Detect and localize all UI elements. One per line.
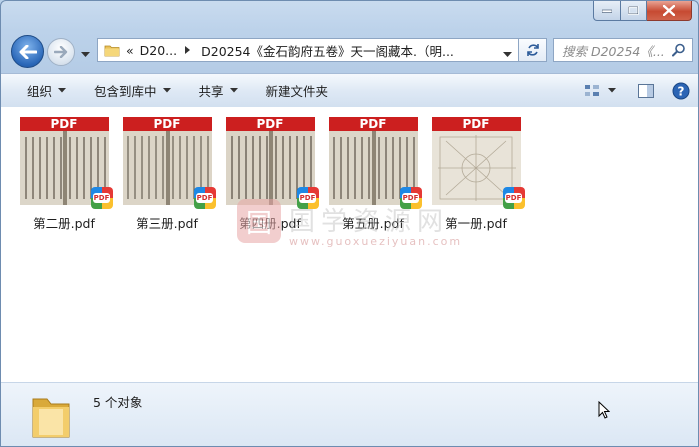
svg-text:?: ? <box>678 84 685 98</box>
new-folder-button[interactable]: 新建文件夹 <box>252 74 343 107</box>
view-controls: ? <box>584 74 690 107</box>
pdf-badge-icon: PDF <box>502 187 525 209</box>
preview-pane-icon <box>638 83 654 98</box>
pdf-header-label: PDF <box>19 117 109 131</box>
file-item[interactable]: PDF PDF 第二册.pdf <box>14 117 114 232</box>
command-bar: 组织 包含到库中 共享 新建文件夹 ? <box>1 73 698 108</box>
organize-label: 组织 <box>27 84 53 99</box>
refresh-icon <box>526 44 539 56</box>
pdf-header-label: PDF <box>328 117 418 131</box>
pdf-thumbnail: PDF PDF <box>19 117 113 209</box>
preview-pane-button[interactable] <box>638 83 654 98</box>
chevron-down-icon <box>229 88 238 93</box>
back-arrow-icon <box>19 44 37 59</box>
folder-large-icon <box>29 391 73 444</box>
file-name: 第三册.pdf <box>136 216 198 231</box>
chevron-down-icon <box>58 88 67 93</box>
pdf-badge-icon: PDF <box>193 187 216 209</box>
minimize-icon <box>602 9 612 13</box>
pdf-header-label: PDF <box>122 117 212 131</box>
organize-menu[interactable]: 组织 <box>1 74 80 107</box>
chevron-down-icon <box>503 52 512 57</box>
refresh-button[interactable] <box>519 38 547 62</box>
search-icon[interactable] <box>672 43 686 57</box>
new-folder-label: 新建文件夹 <box>265 84 329 99</box>
breadcrumb-separator-icon[interactable] <box>185 46 191 54</box>
close-icon <box>663 5 675 16</box>
pdf-thumbnail: PDF PDF <box>328 117 422 209</box>
file-list[interactable]: PDF PDF 第二册.pdf PDF PDF 第三册.pdf PDF PDF … <box>1 107 698 382</box>
forward-button[interactable] <box>47 38 75 66</box>
mouse-cursor-icon <box>598 400 611 422</box>
file-item[interactable]: PDF PDF 第三册.pdf <box>117 117 217 232</box>
pdf-badge-icon: PDF <box>399 187 422 209</box>
change-view-button[interactable] <box>584 84 616 98</box>
chevron-down-icon <box>81 52 90 57</box>
maximize-button[interactable] <box>621 1 647 21</box>
breadcrumb-current[interactable]: D20254《金石韵府五卷》天一阁藏本.（明... <box>201 39 454 61</box>
pdf-thumbnail: PDF PDF <box>225 117 319 209</box>
breadcrumb-overflow[interactable]: « <box>126 39 134 61</box>
file-item[interactable]: PDF PDF 第五册.pdf <box>323 117 423 232</box>
search-input[interactable]: 搜索 D20254《... <box>554 41 670 60</box>
details-pane: 5 个对象 <box>1 382 698 446</box>
caption-buttons <box>593 1 692 21</box>
search-box[interactable]: 搜索 D20254《... <box>553 38 693 62</box>
forward-arrow-icon <box>54 46 68 58</box>
back-button[interactable] <box>11 35 44 68</box>
pdf-header-label: PDF <box>225 117 315 131</box>
file-item[interactable]: PDF PDF 第一册.pdf <box>426 117 526 232</box>
minimize-button[interactable] <box>593 1 621 21</box>
include-in-library-menu[interactable]: 包含到库中 <box>80 74 185 107</box>
watermark-url: www.guoxueziyuan.com <box>289 235 463 248</box>
address-bar[interactable]: « D20... D20254《金石韵府五卷》天一阁藏本.（明... <box>97 38 519 62</box>
pdf-badge-icon: PDF <box>296 187 319 209</box>
pdf-badge-icon: PDF <box>90 187 113 209</box>
explorer-window: « D20... D20254《金石韵府五卷》天一阁藏本.（明... 搜索 D2… <box>0 0 699 447</box>
share-label: 共享 <box>198 84 224 99</box>
chevron-down-icon <box>608 88 616 93</box>
file-item[interactable]: PDF PDF 第四册.pdf <box>220 117 320 232</box>
share-menu[interactable]: 共享 <box>185 74 252 107</box>
close-button[interactable] <box>647 1 692 21</box>
item-count: 5 个对象 <box>93 395 143 410</box>
include-in-library-label: 包含到库中 <box>94 84 157 99</box>
folder-icon <box>104 43 120 57</box>
help-button[interactable]: ? <box>672 82 690 100</box>
help-icon: ? <box>672 82 690 99</box>
pdf-thumbnail: PDF PDF <box>122 117 216 209</box>
file-name: 第五册.pdf <box>342 216 404 231</box>
breadcrumb-item[interactable]: D20... <box>140 39 177 61</box>
address-history-dropdown[interactable] <box>503 47 512 61</box>
file-name: 第二册.pdf <box>33 216 95 231</box>
file-name: 第一册.pdf <box>445 216 507 231</box>
maximize-icon <box>628 6 639 15</box>
pdf-thumbnail: PDF PDF <box>431 117 525 209</box>
recent-pages-dropdown[interactable] <box>81 47 90 61</box>
chevron-down-icon <box>162 88 171 93</box>
pdf-header-label: PDF <box>431 117 521 131</box>
file-name: 第四册.pdf <box>239 216 301 231</box>
view-icon <box>585 84 599 96</box>
